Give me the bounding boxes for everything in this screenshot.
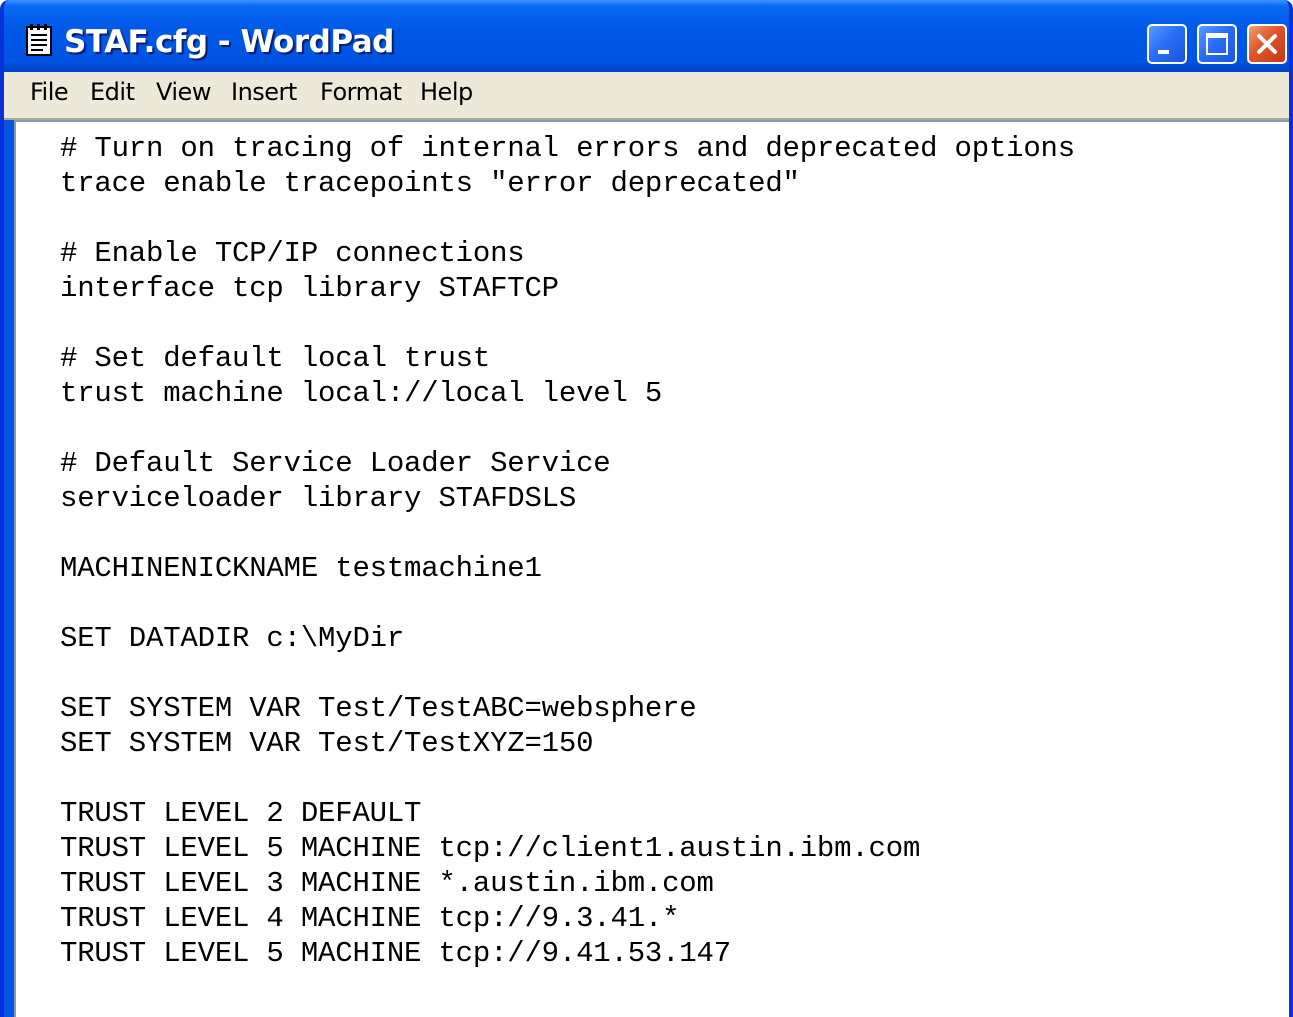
document-line: TRUST LEVEL 4 MACHINE tcp://9.3.41.* <box>60 902 680 935</box>
minimize-button[interactable] <box>1147 24 1187 64</box>
document-line: SET SYSTEM VAR Test/TestABC=websphere <box>60 692 697 725</box>
document-line: trace enable tracepoints "error deprecat… <box>60 167 800 200</box>
document-editor[interactable]: # Turn on tracing of internal errors and… <box>14 120 1289 1017</box>
document-line: TRUST LEVEL 5 MACHINE tcp://9.41.53.147 <box>60 937 731 970</box>
document-line: serviceloader library STAFDSLS <box>60 482 577 515</box>
document-line: SET SYSTEM VAR Test/TestXYZ=150 <box>60 727 594 760</box>
document-line: TRUST LEVEL 2 DEFAULT <box>60 797 422 830</box>
document-line: TRUST LEVEL 3 MACHINE *.austin.ibm.com <box>60 867 714 900</box>
document-line: MACHINENICKNAME testmachine1 <box>60 552 542 585</box>
document-line: TRUST LEVEL 5 MACHINE tcp://client1.aust… <box>60 832 921 865</box>
menu-format[interactable]: Format <box>320 78 402 106</box>
document-line: SET DATADIR c:\MyDir <box>60 622 405 655</box>
menu-bar: File Edit View Insert Format Help <box>4 72 1289 120</box>
window-title: STAF.cfg - WordPad <box>64 24 394 60</box>
maximize-icon <box>1206 33 1228 55</box>
document-line: # Set default local trust <box>60 342 491 375</box>
document-line: # Enable TCP/IP connections <box>60 237 525 270</box>
close-button[interactable] <box>1247 24 1287 64</box>
document-line: # Default Service Loader Service <box>60 447 611 480</box>
menu-edit[interactable]: Edit <box>90 78 135 106</box>
menu-file[interactable]: File <box>30 78 69 106</box>
notepad-document-icon[interactable] <box>26 24 52 56</box>
title-bar[interactable]: STAF.cfg - WordPad <box>4 0 1289 72</box>
minimize-icon <box>1158 50 1169 54</box>
maximize-button[interactable] <box>1197 24 1237 64</box>
document-line: # Turn on tracing of internal errors and… <box>60 132 1075 165</box>
menu-view[interactable]: View <box>156 78 211 106</box>
menu-help[interactable]: Help <box>420 78 473 106</box>
close-icon <box>1257 34 1277 54</box>
document-line: trust machine local://local level 5 <box>60 377 663 410</box>
wordpad-window: STAF.cfg - WordPad File Edit View Insert… <box>0 0 1293 1017</box>
menu-insert[interactable]: Insert <box>231 78 297 106</box>
document-line: interface tcp library STAFTCP <box>60 272 559 305</box>
